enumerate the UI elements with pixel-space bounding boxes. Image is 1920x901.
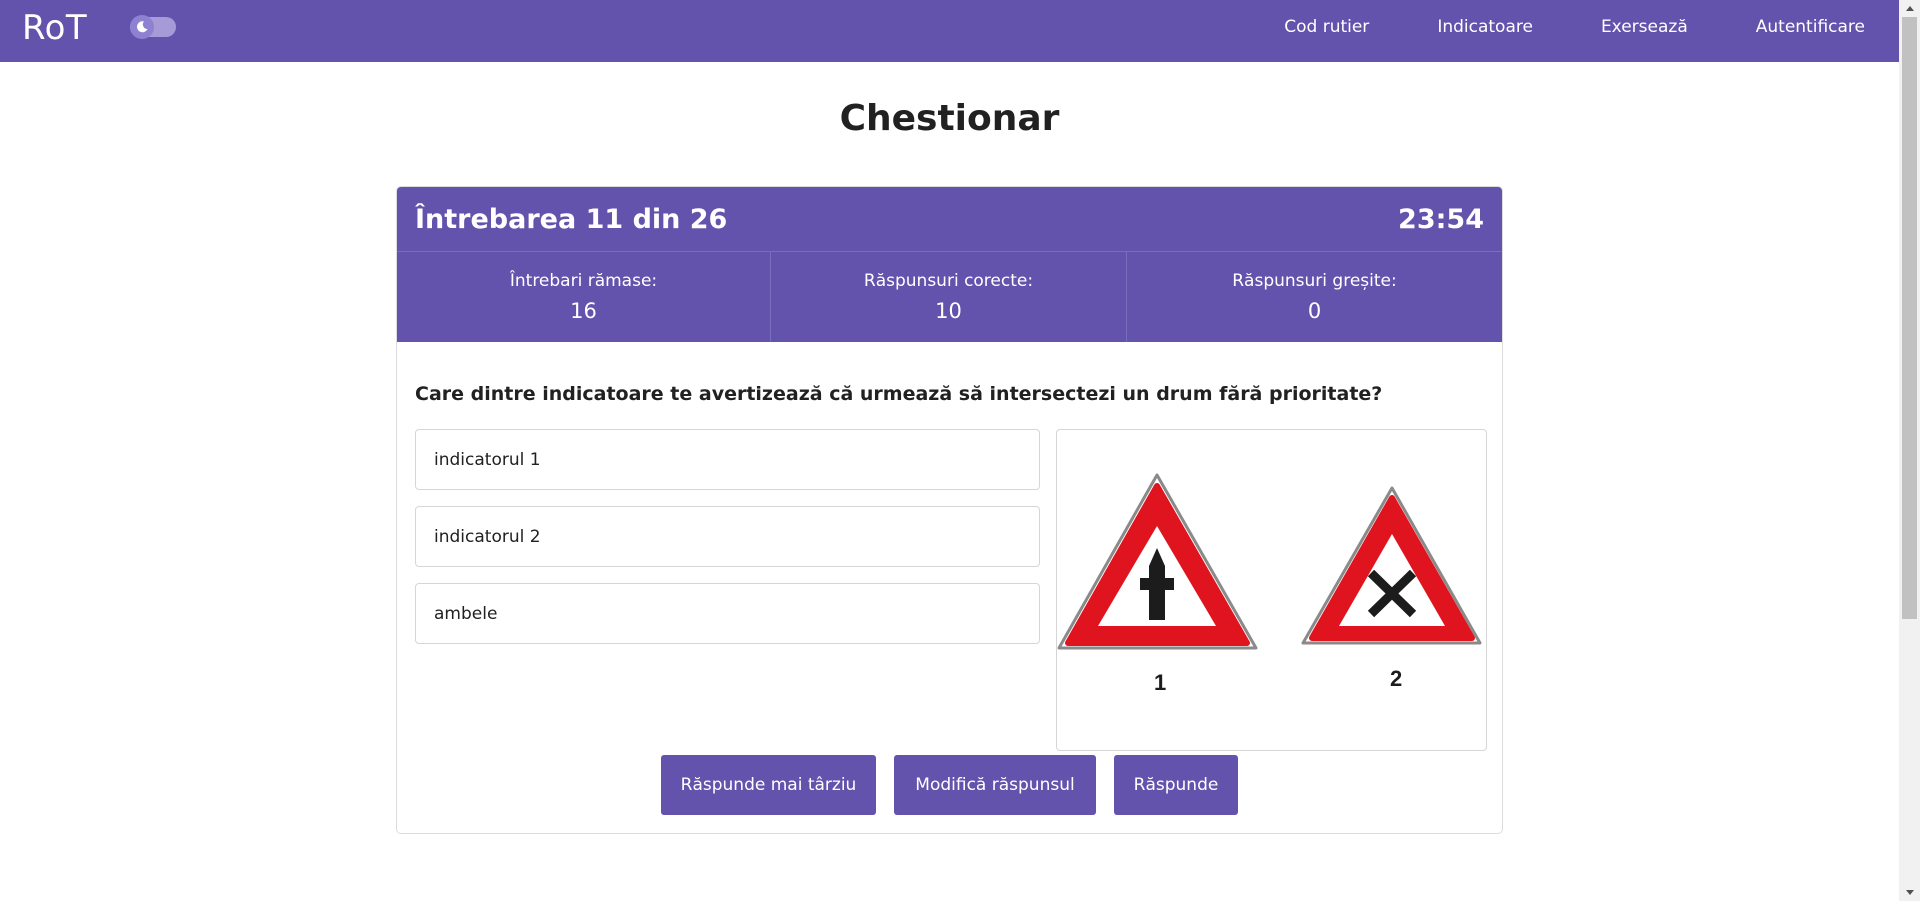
answer-option-1[interactable]: indicatorul 1 (415, 429, 1040, 490)
sign-number-1: 1 (1154, 670, 1166, 695)
scrollbar-thumb[interactable] (1902, 17, 1917, 619)
answer-later-button[interactable]: Răspunde mai târziu (661, 755, 876, 815)
nav-links: Cod rutier Indicatoare Exersează Autenti… (1284, 0, 1899, 54)
quiz-timer: 23:54 (1398, 203, 1484, 235)
dark-mode-toggle[interactable] (130, 15, 176, 39)
quiz-header: Întrebarea 11 din 26 23:54 (397, 187, 1502, 252)
stat-correct: Răspunsuri corecte: 10 (771, 252, 1127, 342)
answer-option-3[interactable]: ambele (415, 583, 1040, 644)
nav-link-cod-rutier[interactable]: Cod rutier (1284, 17, 1369, 37)
page-title: Chestionar (839, 98, 1060, 139)
crossroads-sign-icon (1301, 486, 1482, 645)
stat-value: 0 (1307, 299, 1322, 323)
priority-road-sign-icon (1057, 473, 1258, 650)
nav-link-autentificare[interactable]: Autentificare (1756, 17, 1865, 37)
submit-answer-button[interactable]: Răspunde (1114, 755, 1238, 815)
stat-value: 16 (570, 299, 597, 323)
sign-number-2: 2 (1390, 666, 1402, 691)
stat-remaining: Întrebari rămase: 16 (397, 252, 771, 342)
stat-value: 10 (935, 299, 962, 323)
nav-link-indicatoare[interactable]: Indicatoare (1437, 17, 1533, 37)
stat-label: Întrebari rămase: (509, 271, 658, 291)
stat-label: Răspunsuri corecte: (863, 271, 1034, 291)
page-scrollbar[interactable] (1899, 0, 1920, 901)
stat-label: Răspunsuri greșite: (1232, 271, 1397, 291)
brand-logo[interactable]: RoT (22, 8, 87, 48)
answer-option-2[interactable]: indicatorul 2 (415, 506, 1040, 567)
question-text: Care dintre indicatoare te avertizează c… (415, 383, 1383, 405)
question-image: 1 2 (1056, 429, 1487, 751)
scroll-down-arrow-icon[interactable] (1899, 884, 1920, 901)
nav-link-exerseaza[interactable]: Exersează (1601, 17, 1688, 37)
scroll-up-arrow-icon[interactable] (1899, 0, 1920, 17)
top-navbar: RoT Cod rutier Indicatoare Exersează Aut… (0, 0, 1899, 62)
quiz-card: Întrebarea 11 din 26 23:54 Întrebari răm… (396, 186, 1503, 834)
question-counter: Întrebarea 11 din 26 (415, 203, 728, 235)
moon-icon (130, 15, 154, 39)
quiz-stats: Întrebari rămase: 16 Răspunsuri corecte:… (397, 252, 1502, 342)
stat-wrong: Răspunsuri greșite: 0 (1127, 252, 1502, 342)
modify-answer-button[interactable]: Modifică răspunsul (894, 755, 1096, 815)
